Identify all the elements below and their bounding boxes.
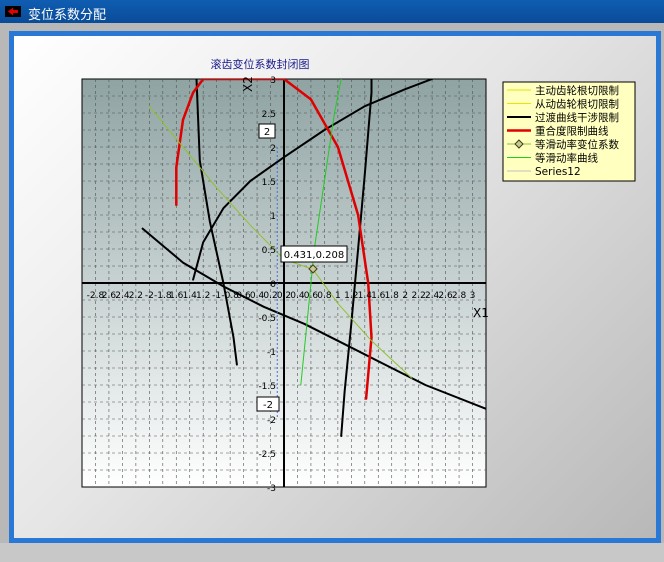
crosshair-y-top-label: 2 [258, 123, 276, 139]
legend-label: 等滑动率变位系数 [535, 138, 619, 151]
y-tick-label: -3 [267, 484, 276, 494]
y-tick-label: 2.5 [262, 110, 276, 120]
legend-label: 从动齿轮根切限制 [535, 98, 619, 111]
x-tick-label: 1.2 [344, 291, 358, 301]
svg-text:-2: -2 [263, 400, 273, 411]
y-tick-label: -1 [267, 348, 276, 358]
x-tick-label: 0.6 [236, 291, 251, 301]
crosshair-y-bottom-label: -2 [256, 396, 280, 412]
crosshair-value-tooltip: 0.431,0.208 [280, 245, 348, 263]
x-tick-label: 0.4 [290, 291, 305, 301]
x-tick-label: 1.2 [196, 291, 210, 301]
y-tick-label: -2 [267, 416, 276, 426]
x-tick-label: 2.2 [129, 291, 143, 301]
x-tick-label: 2.4 [425, 291, 440, 301]
x-tick-label: 2.4 [115, 291, 130, 301]
x-tick-label: 0.6 [304, 291, 319, 301]
x-tick-label: 0.2 [263, 291, 277, 301]
y-tick-label: 0.5 [262, 246, 276, 256]
legend-label: 重合度限制曲线 [535, 125, 609, 138]
y-tick-label: 0 [270, 280, 276, 290]
y-tick-label: 1 [270, 212, 276, 222]
svg-text:0.431,0.208: 0.431,0.208 [284, 250, 344, 261]
x-tick-label: 1.4 [183, 291, 198, 301]
chart-title: 滚齿变位系数封闭图 [211, 57, 310, 71]
x-tick-label: 2.6 [438, 291, 453, 301]
legend-label: 主动齿轮根切限制 [535, 84, 619, 97]
x-tick-label: 2 [402, 291, 408, 301]
y-axis-label: X2 [241, 76, 255, 92]
legend-label: 过渡曲线干涉限制 [535, 111, 619, 124]
y-tick-label: -2.5 [258, 450, 276, 460]
y-tick-label: 2 [270, 144, 276, 154]
x-tick-label: 3 [470, 291, 476, 301]
legend-label: Series12 [535, 166, 581, 178]
x-tick-label: 1.8 [385, 291, 400, 301]
x-tick-label: -1 [212, 291, 221, 301]
x-tick-label: 0.4 [250, 291, 265, 301]
x-tick-label: 1 [335, 291, 341, 301]
x-tick-label: 1.6 [371, 291, 386, 301]
y-tick-label: -1.5 [258, 382, 276, 392]
svg-text:2: 2 [264, 127, 270, 138]
x-tick-label: 1.4 [358, 291, 373, 301]
y-tick-label: 1.5 [262, 178, 276, 188]
x-tick-label: 2.6 [102, 291, 117, 301]
x-tick-label: 2.2 [412, 291, 426, 301]
y-tick-label: -0.5 [258, 314, 276, 324]
x-tick-label: 0.8 [317, 291, 332, 301]
legend[interactable]: 主动齿轮根切限制从动齿轮根切限制过渡曲线干涉限制重合度限制曲线等滑动率变位系数等… [502, 81, 636, 182]
x-tick-label: -2 [145, 291, 154, 301]
chart[interactable]: 滚齿变位系数封闭图 -2.82.6 2.4 2.2 -2 -1.81.6 1.4 1.2 -1… [0, 0, 664, 562]
x-tick-label: 2.8 [452, 291, 467, 301]
x-axis-label: X1 [473, 306, 489, 320]
x-tick-label: 0.2 [277, 291, 291, 301]
legend-label: 等滑动率曲线 [535, 152, 598, 165]
y-tick-label: 3 [270, 76, 276, 86]
x-tick-label: 1.6 [169, 291, 184, 301]
